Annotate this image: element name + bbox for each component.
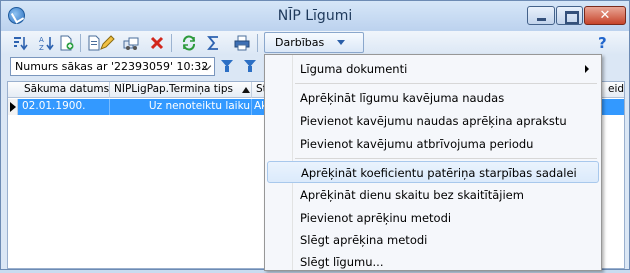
menu-item-label: Pievienot aprēķinu metodi	[300, 211, 452, 225]
toolbar: A Z Darbības ?	[1, 31, 629, 55]
menu-item-calc-late-fees[interactable]: Aprēķināt līgumu kavējuma naudas	[267, 87, 599, 109]
new-document-icon[interactable]	[58, 35, 74, 51]
menu-item-close-calc-method[interactable]: Slēgt aprēķina metodi	[267, 229, 599, 251]
menu-item-add-calc-method[interactable]: Pievienot aprēķinu metodi	[267, 207, 599, 229]
menu-item-calc-days-without-meters[interactable]: Aprēķināt dienu skaitu bez skaitītājiem	[267, 184, 599, 206]
edit-icon[interactable]	[99, 35, 115, 51]
cell-divider	[109, 99, 110, 115]
cell-start-date[interactable]: 02.01.1900.	[22, 100, 108, 112]
column-divider[interactable]	[109, 82, 110, 98]
refresh-icon[interactable]	[181, 35, 197, 51]
filter-icon[interactable]	[221, 60, 233, 72]
column-header-term-type[interactable]: NĪPLigPap.Termiņa tips	[114, 83, 240, 95]
menu-item-label: Aprēķināt līgumu kavējuma naudas	[300, 91, 505, 105]
menu-item-label: Aprēķināt dienu skaitu bez skaitītājiem	[300, 188, 524, 202]
current-row-indicator-icon	[8, 99, 18, 115]
menu-item-add-late-fee-description[interactable]: Pievienot kavējumu naudas aprēķina aprak…	[267, 110, 599, 132]
toolbar-separator	[257, 34, 258, 52]
menu-item-label: Slēgt aprēķina metodi	[300, 233, 428, 247]
print-icon[interactable]	[234, 35, 250, 51]
menu-item-label: Pievienot kavējumu atbrīvojuma periodu	[300, 137, 534, 151]
help-icon[interactable]: ?	[598, 34, 607, 52]
toolbar-separator	[80, 34, 81, 52]
menu-item-add-exemption-period[interactable]: Pievienot kavējumu atbrīvojuma periodu	[267, 133, 599, 155]
menu-item-contract-documents[interactable]: Līguma dokumenti	[267, 58, 599, 80]
sort-az-icon[interactable]: A Z	[39, 35, 55, 51]
cell-divider	[251, 99, 252, 115]
cell-term-type[interactable]: Uz nenoteiktu laiku	[112, 100, 250, 112]
actions-dropdown-menu: Līguma dokumenti Aprēķināt līgumu kavēju…	[264, 54, 602, 271]
svg-text:Z: Z	[39, 44, 44, 51]
menu-separator	[295, 158, 597, 159]
toolbar-separator	[171, 34, 172, 52]
menu-item-label: Līguma dokumenti	[300, 62, 408, 76]
sum-icon[interactable]	[206, 35, 222, 51]
filter-select-value: Numurs sākas ar '22393059' 10:32	[15, 60, 209, 73]
main-window: NĪP Līgumi ✕ A Z Darbības ? Numurs sākas…	[0, 0, 630, 271]
delete-icon[interactable]	[149, 35, 165, 51]
chevron-down-icon	[337, 40, 345, 45]
svg-text:A: A	[39, 36, 44, 44]
close-icon: ✕	[599, 8, 611, 23]
filter-clear-icon[interactable]	[244, 60, 256, 72]
filter-select[interactable]: Numurs sākas ar '22393059' 10:32	[10, 57, 215, 76]
copy-icon[interactable]	[123, 35, 139, 51]
actions-menu-button[interactable]: Darbības	[264, 32, 364, 53]
menu-item-label: Slēgt līgumu...	[300, 255, 384, 269]
column-divider[interactable]	[251, 82, 252, 98]
column-header-eid[interactable]: eid.	[608, 83, 624, 95]
actions-menu-label: Darbības	[275, 36, 325, 49]
menu-item-label: Pievienot kavējumu naudas aprēķina aprak…	[300, 114, 567, 128]
sort-down-icon[interactable]	[12, 35, 28, 51]
sort-ascending-icon	[242, 87, 250, 93]
maximize-button[interactable]	[556, 6, 583, 25]
chevron-right-icon	[585, 65, 589, 73]
minimize-button[interactable]	[527, 6, 555, 25]
column-header-start-date[interactable]: Sākuma datums	[24, 83, 112, 95]
title-bar[interactable]: NĪP Līgumi ✕	[1, 1, 629, 31]
menu-item-label: Aprēķināt koeficientu patēriņa starpības…	[301, 166, 577, 180]
menu-separator	[295, 83, 597, 84]
close-button[interactable]: ✕	[584, 6, 626, 25]
menu-item-calc-consumption-coefficient[interactable]: Aprēķināt koeficientu patēriņa starpības…	[267, 161, 599, 183]
